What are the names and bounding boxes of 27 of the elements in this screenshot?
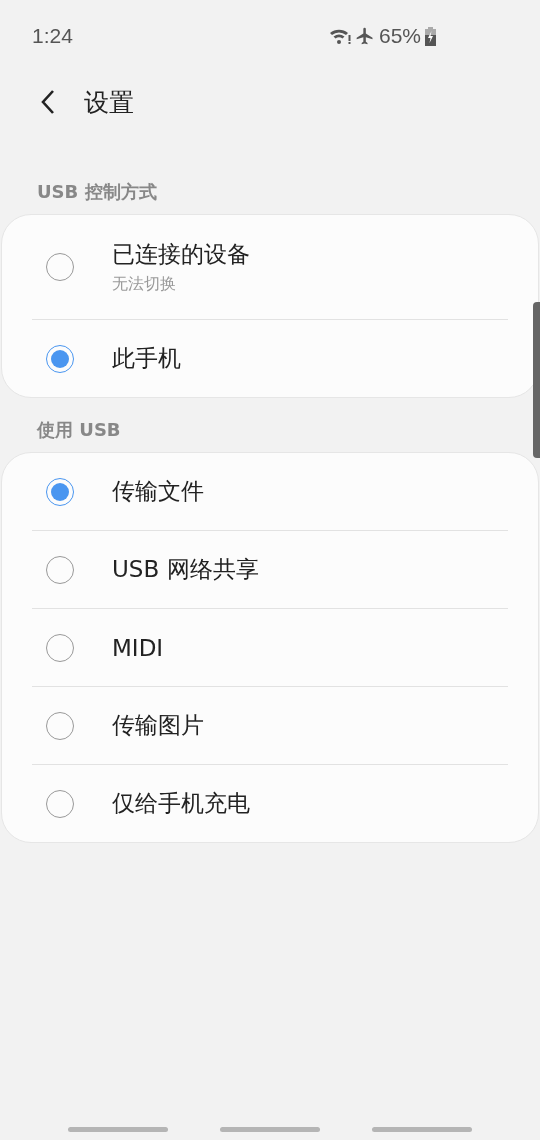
page-title: 设置 bbox=[84, 86, 134, 119]
nav-handle[interactable] bbox=[220, 1127, 320, 1132]
battery-charging-icon bbox=[425, 26, 436, 46]
status-time: 1:24 bbox=[32, 24, 73, 48]
radio-option[interactable]: 仅给手机充电 bbox=[2, 765, 526, 842]
option-label: 传输图片 bbox=[112, 711, 204, 740]
battery-percent: 65% bbox=[378, 24, 421, 48]
radio-option[interactable]: 此手机 bbox=[2, 320, 526, 397]
option-subtitle: 无法切换 bbox=[112, 274, 177, 295]
scrollbar[interactable] bbox=[533, 302, 540, 458]
option-label: USB 网络共享 bbox=[112, 555, 259, 584]
nav-handle[interactable] bbox=[372, 1127, 472, 1132]
radio-option[interactable]: USB 网络共享 bbox=[2, 531, 526, 608]
section-title: 使用 USB bbox=[35, 418, 122, 442]
option-label: MIDI bbox=[112, 634, 164, 661]
radio-option[interactable]: MIDI bbox=[2, 609, 526, 686]
radio-option[interactable]: 传输图片 bbox=[2, 687, 526, 764]
wifi-icon bbox=[328, 27, 351, 45]
option-label: 已连接的设备 bbox=[112, 240, 250, 269]
radio-option[interactable]: 传输文件 bbox=[2, 453, 526, 530]
radio-option[interactable]: 已连接的设备 无法切换 bbox=[2, 215, 526, 319]
option-label: 仅给手机充电 bbox=[112, 789, 250, 818]
section-title: USB 控制方式 bbox=[36, 180, 158, 204]
nav-handle[interactable] bbox=[68, 1127, 168, 1132]
airplane-icon bbox=[354, 26, 375, 46]
option-label: 传输文件 bbox=[112, 477, 204, 506]
option-label: 此手机 bbox=[112, 344, 181, 373]
